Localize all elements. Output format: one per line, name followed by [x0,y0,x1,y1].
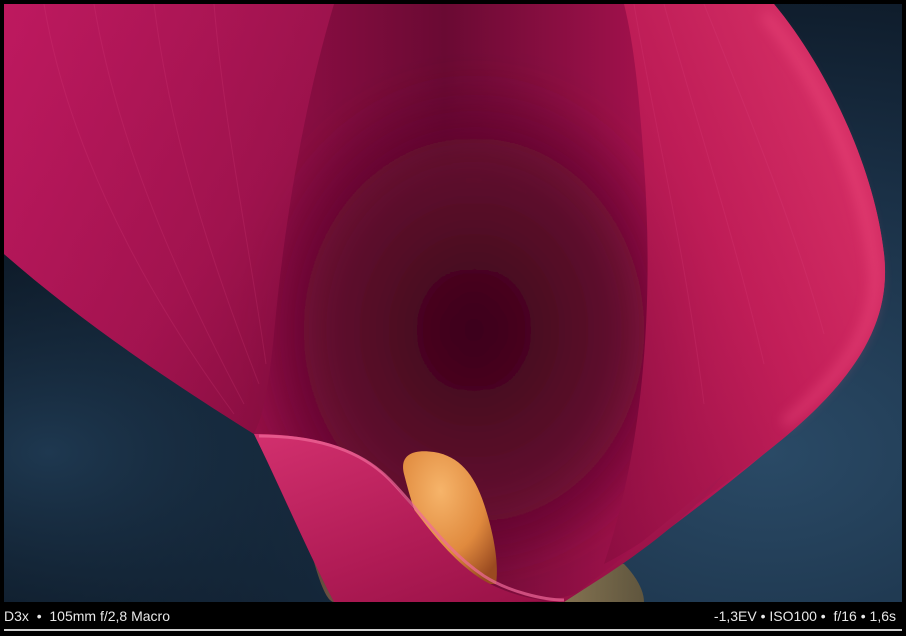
shutter-speed: 1,6s [869,608,896,624]
exposure-compensation: -1,3EV [713,608,757,624]
iso-value: ISO100 [769,608,817,624]
caption-camera-lens: D3x • 105mm f/2,8 Macro [4,608,170,624]
caption-underline [4,629,902,631]
calla-lily-illustration [4,4,902,602]
flower-photo [4,4,902,602]
lens-info: 105mm f/2,8 Macro [49,608,170,624]
photo-frame: D3x • 105mm f/2,8 Macro -1,3EV • ISO100 … [0,0,906,636]
separator: • [760,608,766,624]
separator: • [860,608,866,624]
separator: • [820,608,826,624]
camera-model: D3x [4,608,29,624]
separator: • [36,608,42,624]
caption-exposure: -1,3EV • ISO100 • f/16 • 1,6s [714,608,896,624]
aperture-value: f/16 [833,608,857,624]
